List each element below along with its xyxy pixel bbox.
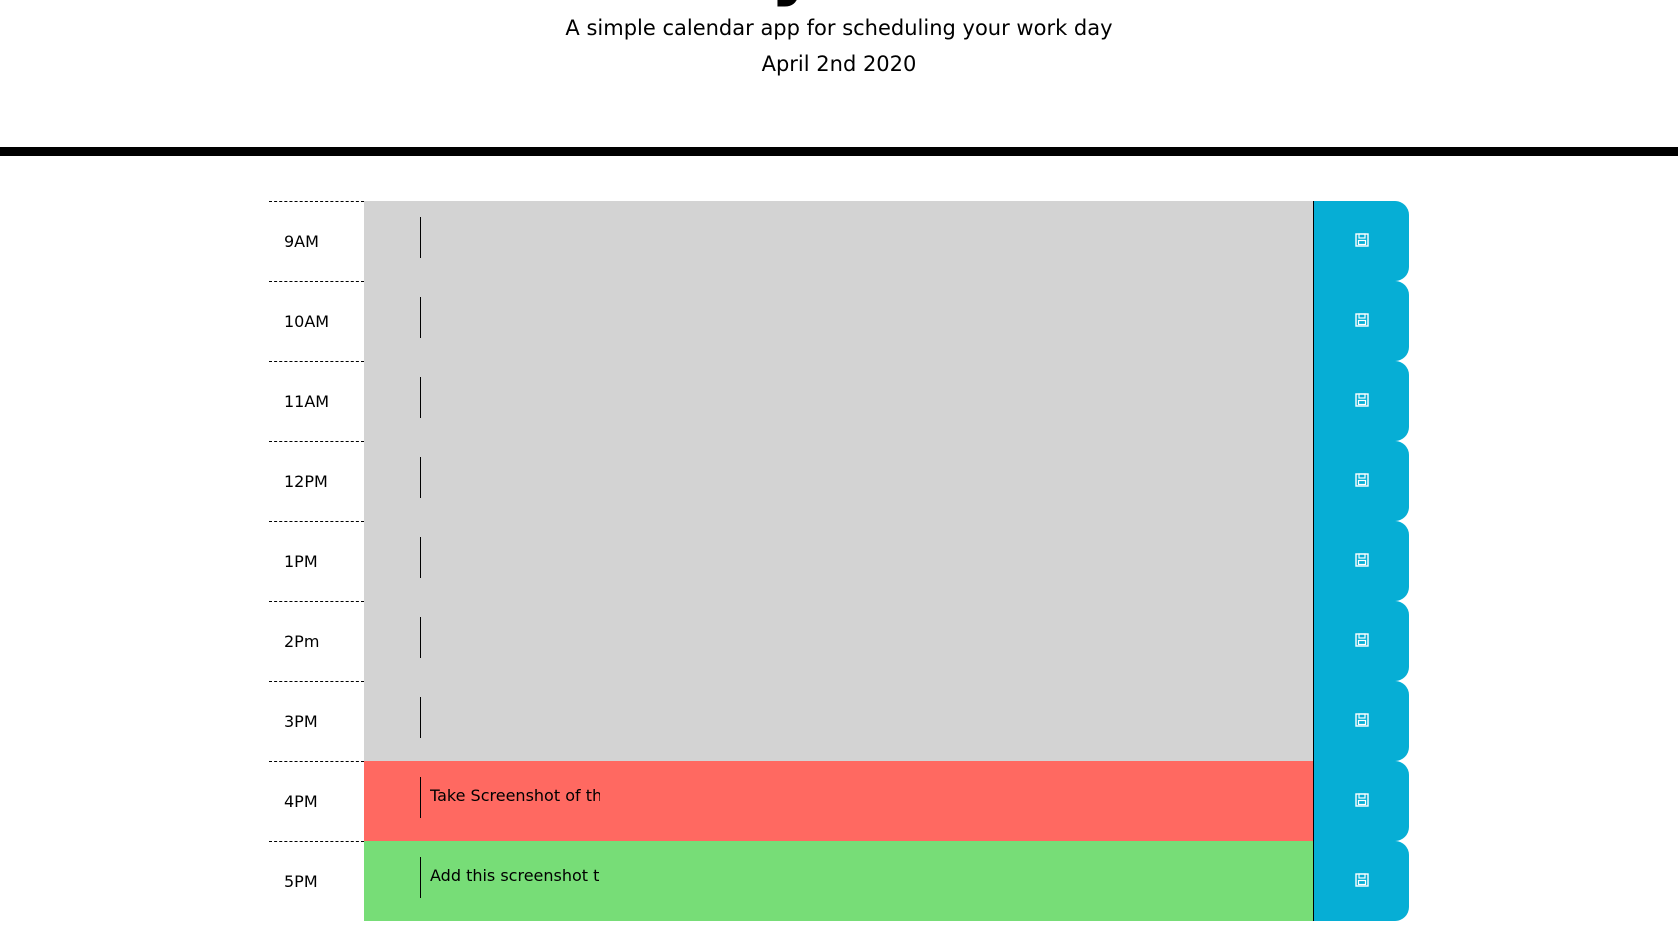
text-caret [420, 537, 421, 578]
description-field[interactable] [364, 201, 1314, 281]
time-block-row: 11AM [269, 361, 1409, 441]
text-caret [420, 457, 421, 498]
current-date: April 2nd 2020 [761, 52, 917, 76]
hour-cell: 4PM [269, 761, 364, 841]
hour-label: 10AM [284, 312, 330, 331]
description-field[interactable] [364, 281, 1314, 361]
schedule: 9AM 10AM 11AM 12PM 1PM 2Pm 3PM 4PM Take … [269, 201, 1409, 921]
hour-label: 9AM [284, 232, 319, 251]
description-field[interactable] [364, 521, 1314, 601]
description-field[interactable] [364, 361, 1314, 441]
save-icon [1354, 232, 1369, 251]
text-caret [420, 697, 421, 738]
time-block-row: 12PM [269, 441, 1409, 521]
save-button[interactable] [1314, 521, 1409, 601]
description-field[interactable]: Add this screenshot to [364, 841, 1314, 921]
hour-cell: 3PM [269, 681, 364, 761]
hour-label: 3PM [284, 712, 318, 731]
hour-cell: 5PM [269, 841, 364, 921]
text-caret [420, 377, 421, 418]
hour-cell: 11AM [269, 361, 364, 441]
time-block-row: 2Pm [269, 601, 1409, 681]
hour-label: 2Pm [284, 632, 320, 651]
description-field[interactable] [364, 601, 1314, 681]
text-caret [420, 857, 421, 898]
save-icon [1354, 712, 1369, 731]
save-button[interactable] [1314, 601, 1409, 681]
time-block-row: 9AM [269, 201, 1409, 281]
save-icon [1354, 632, 1369, 651]
save-icon [1354, 472, 1369, 491]
save-button[interactable] [1314, 361, 1409, 441]
save-button[interactable] [1314, 441, 1409, 521]
text-caret [420, 777, 421, 818]
hour-label: 12PM [284, 472, 328, 491]
description-field[interactable] [364, 441, 1314, 521]
text-caret [420, 297, 421, 338]
hour-label: 4PM [284, 792, 318, 811]
page-subtitle: A simple calendar app for scheduling you… [565, 16, 1113, 40]
save-button[interactable] [1314, 841, 1409, 921]
hour-cell: 9AM [269, 201, 364, 281]
time-block-row: 10AM [269, 281, 1409, 361]
hour-cell: 12PM [269, 441, 364, 521]
hour-label: 11AM [284, 392, 330, 411]
time-block-row: 3PM [269, 681, 1409, 761]
save-icon [1354, 552, 1369, 571]
hour-cell: 1PM [269, 521, 364, 601]
hour-label: 1PM [284, 552, 318, 571]
hour-label: 5PM [284, 872, 318, 891]
hour-cell: 2Pm [269, 601, 364, 681]
time-block-row: 5PM Add this screenshot to [269, 841, 1409, 921]
save-button[interactable] [1314, 681, 1409, 761]
header: Work Day Scheduler A simple calendar app… [0, 0, 1678, 156]
description-text: Take Screenshot of this [430, 786, 600, 805]
description-text: Add this screenshot to [430, 866, 600, 885]
hour-cell: 10AM [269, 281, 364, 361]
text-caret [420, 217, 421, 258]
description-field[interactable]: Take Screenshot of this [364, 761, 1314, 841]
save-icon [1354, 792, 1369, 811]
save-icon [1354, 872, 1369, 891]
page-title: Work Day Scheduler [0, 0, 1678, 8]
save-button[interactable] [1314, 281, 1409, 361]
save-icon [1354, 392, 1369, 411]
description-field[interactable] [364, 681, 1314, 761]
save-button[interactable] [1314, 201, 1409, 281]
time-block-row: 1PM [269, 521, 1409, 601]
save-icon [1354, 312, 1369, 331]
text-caret [420, 617, 421, 658]
time-block-row: 4PM Take Screenshot of this [269, 761, 1409, 841]
save-button[interactable] [1314, 761, 1409, 841]
